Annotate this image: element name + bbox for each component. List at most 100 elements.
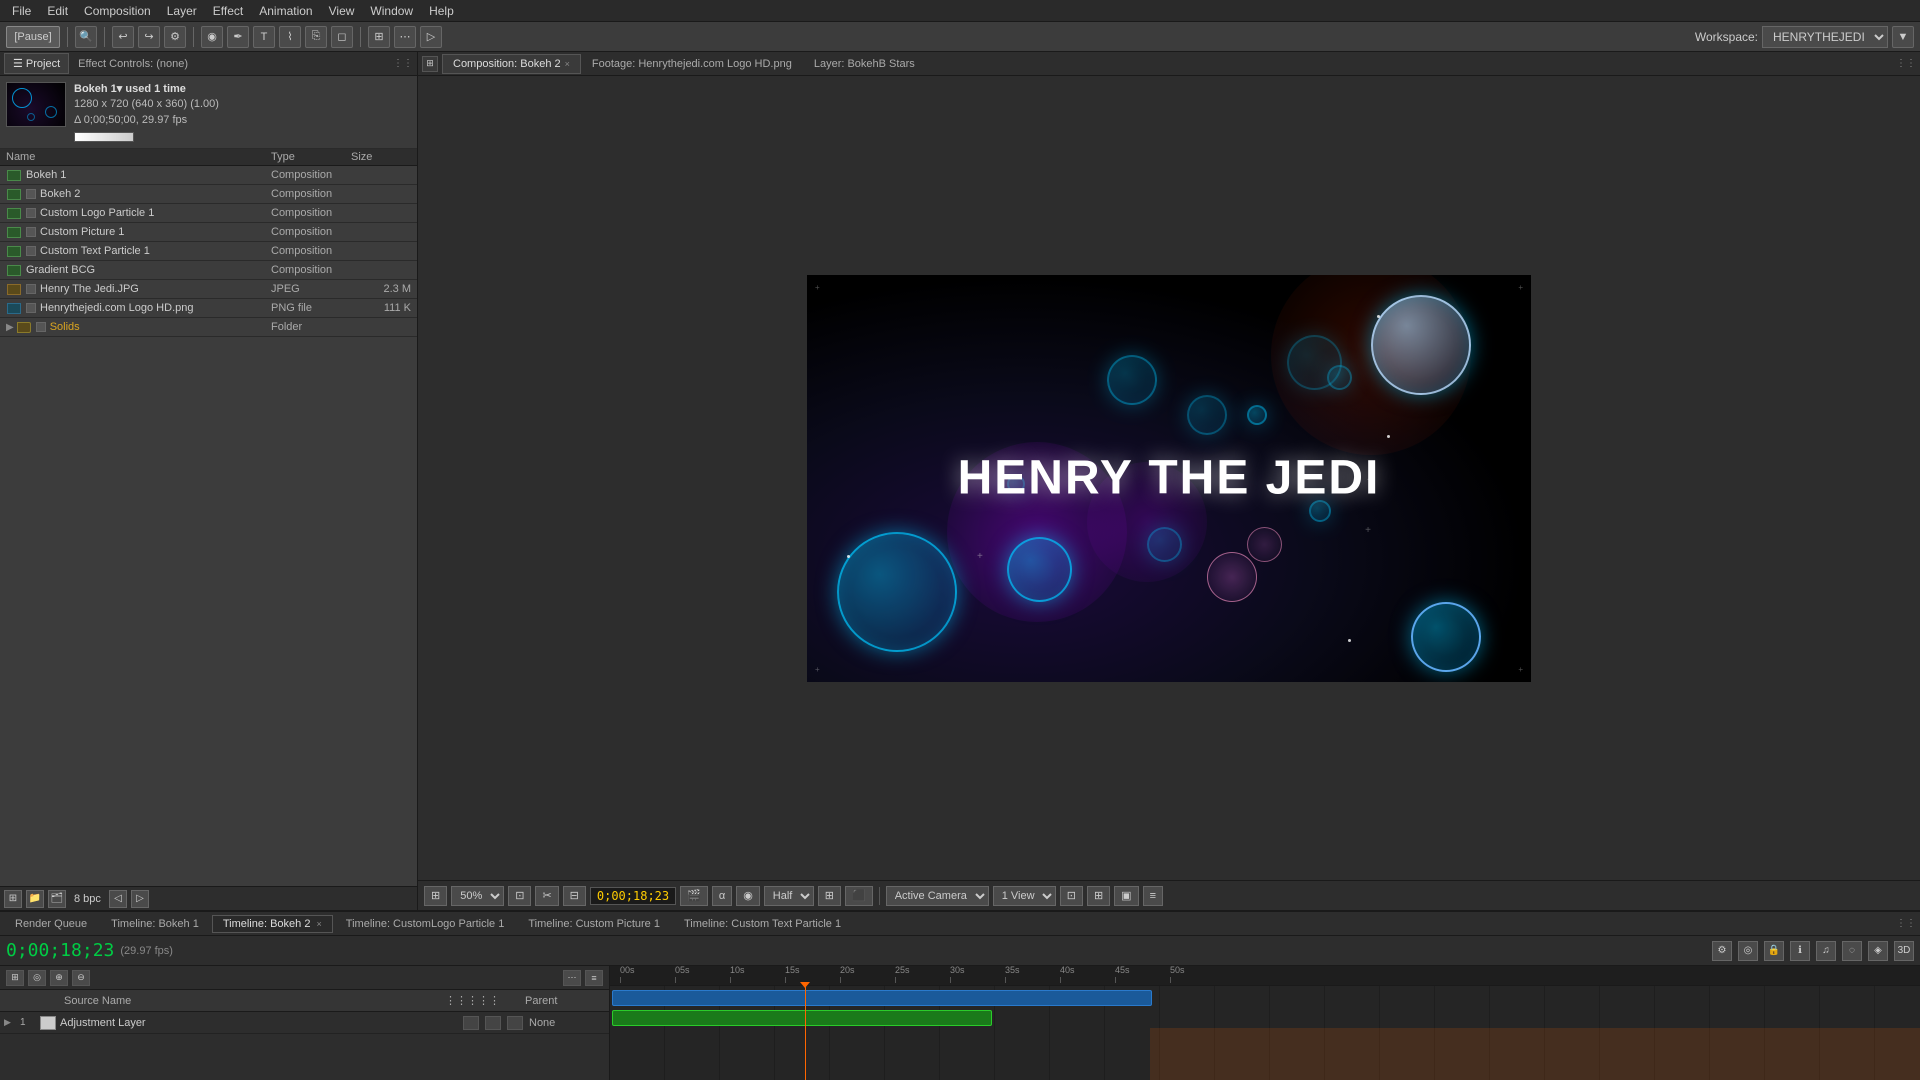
menu-window[interactable]: Window: [362, 2, 421, 20]
tab-timeline-custompic[interactable]: Timeline: Custom Picture 1: [517, 915, 671, 933]
tab-footage[interactable]: Footage: Henrythejedi.com Logo HD.png: [581, 54, 803, 74]
tl-solo-all-btn[interactable]: ◎: [28, 970, 46, 986]
timeline-grab[interactable]: ⋮⋮: [1896, 918, 1916, 929]
list-item[interactable]: Bokeh 1 Composition: [0, 166, 417, 185]
tl-audio-btn[interactable]: ♫: [1816, 941, 1836, 961]
menu-layer[interactable]: Layer: [159, 2, 205, 20]
tab-layer-bokehb[interactable]: Layer: BokehB Stars: [803, 54, 926, 74]
comp-canvas: + + + HENRY THE JEDI + + + +: [807, 275, 1531, 682]
workspace-dropdown[interactable]: HENRYTHEJEDI: [1762, 26, 1888, 48]
search-btn[interactable]: ▷: [131, 890, 149, 908]
color-info-btn[interactable]: ◉: [736, 886, 760, 906]
timeline-timecode[interactable]: 0;00;18;23: [6, 940, 114, 961]
zoom-dropdown[interactable]: 50%: [451, 886, 504, 906]
3d-button[interactable]: ▷: [420, 26, 442, 48]
list-item[interactable]: Custom Logo Particle 1 Composition: [0, 204, 417, 223]
region-btn[interactable]: ⊟: [563, 886, 586, 906]
tl-settings-btn[interactable]: ⚙: [1712, 941, 1732, 961]
workspace-expand[interactable]: ▼: [1892, 26, 1914, 48]
view-dropdown[interactable]: 1 View: [993, 886, 1056, 906]
clone-button[interactable]: ⎘: [305, 26, 327, 48]
tl-lock-btn[interactable]: 🔒: [1764, 941, 1784, 961]
brush-button[interactable]: ⌇: [279, 26, 301, 48]
reset-view-btn[interactable]: ⊡: [1060, 886, 1083, 906]
timecode-display[interactable]: 0;00;18;23: [590, 887, 676, 905]
pen-button[interactable]: ✒: [227, 26, 249, 48]
layer-visibility[interactable]: [40, 1016, 56, 1030]
text-button[interactable]: T: [253, 26, 275, 48]
undo-button[interactable]: ↩: [112, 26, 134, 48]
list-item[interactable]: Bokeh 2 Composition: [0, 185, 417, 204]
tl-info-btn[interactable]: ℹ: [1790, 941, 1810, 961]
tl-solo-btn[interactable]: ◎: [1738, 941, 1758, 961]
tab-timeline-bokeh1[interactable]: Timeline: Bokeh 1: [100, 915, 210, 933]
viewer-grab[interactable]: ⋮⋮: [1896, 58, 1916, 69]
viewer-extra-btn[interactable]: ≡: [1143, 886, 1163, 906]
snapshot-btn[interactable]: ✂: [535, 886, 558, 906]
tl-3d-btn[interactable]: 3D: [1894, 941, 1914, 961]
tl-motion-blur-btn[interactable]: ◌: [1842, 941, 1862, 961]
tl-new-layer-btn[interactable]: ⊞: [6, 970, 24, 986]
quality-dropdown[interactable]: Half: [764, 886, 814, 906]
viewer-comp-btn[interactable]: ⊞: [424, 886, 447, 906]
layer-switch-1[interactable]: [463, 1016, 479, 1030]
menu-help[interactable]: Help: [421, 2, 462, 20]
comp-button[interactable]: ◉: [201, 26, 223, 48]
render-button[interactable]: ⚙: [164, 26, 186, 48]
track-bar-blue[interactable]: [612, 990, 1152, 1006]
list-item[interactable]: Custom Text Particle 1 Composition: [0, 242, 417, 261]
menu-animation[interactable]: Animation: [251, 2, 320, 20]
menu-file[interactable]: File: [4, 2, 39, 20]
fit-btn[interactable]: ⊡: [508, 886, 531, 906]
tab-timeline-customlogo[interactable]: Timeline: CustomLogo Particle 1: [335, 915, 516, 933]
panel-grab[interactable]: ⋮⋮: [393, 58, 413, 69]
grid-btn[interactable]: ⊞: [818, 886, 841, 906]
menu-edit[interactable]: Edit: [39, 2, 76, 20]
tl-track-area[interactable]: [610, 986, 1920, 1080]
track-bar-green[interactable]: [612, 1010, 992, 1026]
layer-switch-2[interactable]: [485, 1016, 501, 1030]
tl-layer-row[interactable]: ▶ 1 Adjustment Layer None: [0, 1012, 609, 1034]
close-tab-bokeh2[interactable]: ×: [565, 59, 570, 69]
close-timeline-bokeh2[interactable]: ×: [317, 919, 322, 929]
camera-dropdown[interactable]: Active Camera: [886, 886, 989, 906]
list-item[interactable]: Henry The Jedi.JPG JPEG 2.3 M: [0, 280, 417, 299]
viewer-options[interactable]: ⊞: [422, 56, 438, 72]
flow-btn[interactable]: ◁: [109, 890, 127, 908]
pause-button[interactable]: [Pause]: [6, 26, 60, 48]
viewer-layout-btn[interactable]: ⊞: [1087, 886, 1110, 906]
snap-button[interactable]: ⋯: [394, 26, 416, 48]
search-button[interactable]: 🔍: [75, 26, 97, 48]
viewer-toggle-btn[interactable]: ▣: [1114, 886, 1138, 906]
list-item[interactable]: Custom Picture 1 Composition: [0, 223, 417, 242]
tl-switch-btn[interactable]: ⋯: [563, 970, 581, 986]
list-item[interactable]: Henrythejedi.com Logo HD.png PNG file 11…: [0, 299, 417, 318]
menu-view[interactable]: View: [321, 2, 363, 20]
layer-switch-3[interactable]: [507, 1016, 523, 1030]
transparency-btn[interactable]: ⬛: [845, 886, 873, 906]
eraser-button[interactable]: ◻: [331, 26, 353, 48]
list-item[interactable]: ▶ Solids Folder: [0, 318, 417, 337]
menu-effect[interactable]: Effect: [205, 2, 251, 20]
tab-effect-controls[interactable]: Effect Controls: (none): [69, 54, 197, 74]
settings-btn[interactable]: 🗂: [48, 890, 66, 908]
tl-mode-btn[interactable]: ≡: [585, 970, 603, 986]
align-button[interactable]: ⊞: [368, 26, 390, 48]
tl-playhead[interactable]: [805, 986, 806, 1080]
tl-expand-btn[interactable]: ⊕: [50, 970, 68, 986]
tab-comp-bokeh2[interactable]: Composition: Bokeh 2 ×: [442, 54, 581, 74]
list-item[interactable]: Gradient BCG Composition: [0, 261, 417, 280]
new-item-btn[interactable]: ⊞: [4, 890, 22, 908]
tl-frame-blend-btn[interactable]: ◈: [1868, 941, 1888, 961]
tab-timeline-customtext[interactable]: Timeline: Custom Text Particle 1: [673, 915, 852, 933]
folder-btn[interactable]: 📁: [26, 890, 44, 908]
alpha-btn[interactable]: α: [712, 886, 732, 906]
frame-btn[interactable]: 🎬: [680, 886, 708, 906]
redo-button[interactable]: ↪: [138, 26, 160, 48]
tab-timeline-bokeh2[interactable]: Timeline: Bokeh 2 ×: [212, 915, 333, 933]
layer-parent[interactable]: None: [525, 1017, 605, 1029]
menu-composition[interactable]: Composition: [76, 2, 159, 20]
tab-project[interactable]: ☰ Project: [4, 53, 69, 74]
tl-collapse-btn[interactable]: ⊖: [72, 970, 90, 986]
tab-render-queue[interactable]: Render Queue: [4, 915, 98, 933]
